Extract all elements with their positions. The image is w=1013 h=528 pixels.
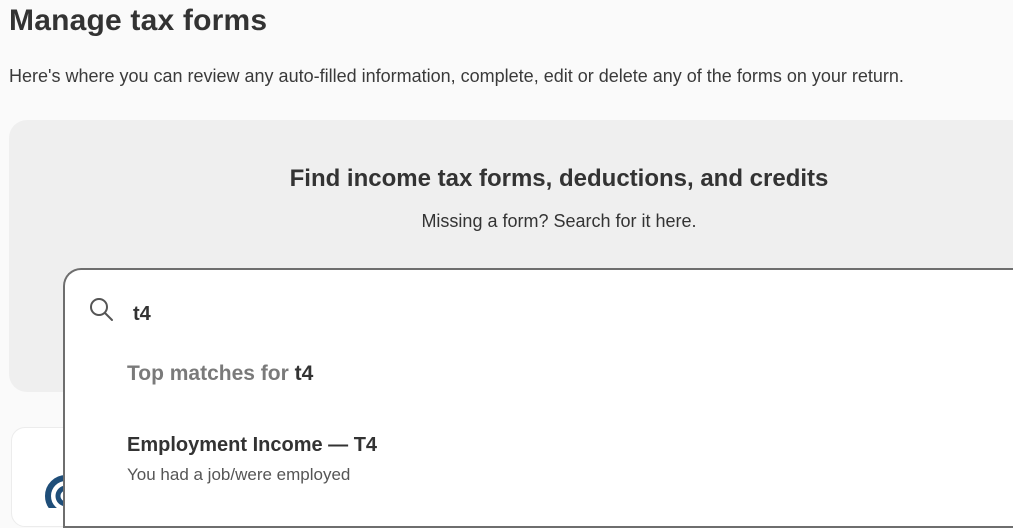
search-panel-subtitle: Missing a form? Search for it here.: [421, 211, 697, 231]
page-title: Manage tax forms: [9, 4, 268, 37]
search-input[interactable]: [133, 300, 833, 328]
search-icon[interactable]: [88, 296, 114, 322]
search-result-title: Employment Income — T4: [127, 434, 378, 456]
search-result-employment-income[interactable]: Employment Income — T4 You had a job/wer…: [127, 434, 727, 485]
search-panel-title: Find income tax forms, deductions, and c…: [289, 165, 829, 192]
top-matches-label: Top matches for: [127, 362, 295, 385]
search-result-description: You had a job/were employed: [127, 465, 351, 484]
top-matches-query: t4: [294, 362, 314, 385]
top-matches-heading: Top matches for t4: [127, 362, 313, 386]
page-description: Here's where you can review any auto-fil…: [9, 66, 904, 86]
